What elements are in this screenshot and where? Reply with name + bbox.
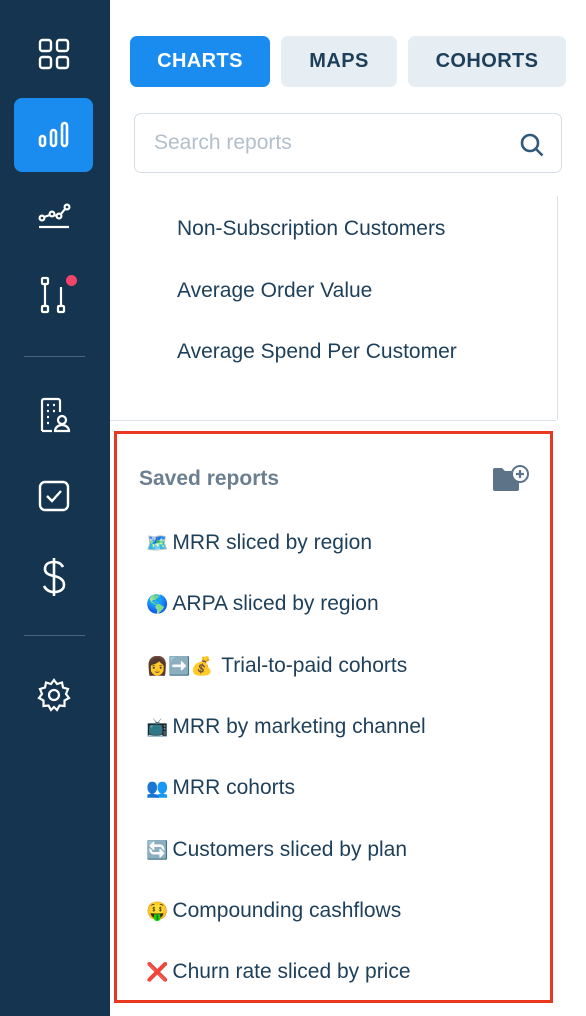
search-input[interactable] [154, 114, 514, 172]
users-icon: 👥 [146, 777, 169, 799]
saved-report-label: Compounding cashflows [172, 899, 402, 922]
saved-report-label: MRR sliced by region [172, 531, 372, 554]
tv-icon: 📺 [146, 716, 169, 738]
nav-trends[interactable] [14, 178, 93, 252]
globe-icon: 🌎 [146, 593, 169, 615]
gear-icon [36, 678, 71, 712]
saved-report-label: Trial-to-paid cohorts [221, 654, 408, 677]
saved-report-item[interactable]: 🌎 ARPA sliced by region [146, 592, 379, 616]
report-item[interactable]: Non-Subscription Customers [177, 217, 445, 241]
tab-charts[interactable]: CHARTS [130, 36, 270, 87]
nav-revenue[interactable] [14, 540, 93, 614]
checkbox-icon [38, 480, 69, 512]
nav-grid[interactable] [14, 17, 93, 91]
saved-report-item[interactable]: 👥 MRR cohorts [146, 776, 295, 800]
saved-report-item[interactable]: ❌ Churn rate sliced by price [146, 960, 411, 984]
sidebar [0, 0, 110, 1016]
cross-icon: ❌ [146, 961, 169, 983]
saved-report-item[interactable]: 👩➡️💰 Trial-to-paid cohorts [146, 654, 407, 678]
building-user-icon [40, 397, 70, 433]
nav-charts[interactable] [14, 98, 93, 172]
saved-report-item[interactable]: 🗺️ MRR sliced by region [146, 531, 372, 555]
money-face-icon: 🤑 [146, 900, 169, 922]
saved-report-item[interactable]: 📺 MRR by marketing channel [146, 715, 426, 739]
search-box [134, 113, 562, 173]
nav-settings[interactable] [14, 658, 93, 732]
tab-cohorts[interactable]: COHORTS [408, 36, 566, 87]
map-icon: 🗺️ [146, 532, 169, 554]
refresh-icon: 🔄 [146, 839, 169, 861]
saved-report-label: MRR cohorts [172, 776, 295, 799]
nav-customers[interactable] [14, 378, 93, 452]
report-item[interactable]: Average Order Value [177, 279, 372, 303]
report-item[interactable]: Average Spend Per Customer [177, 340, 457, 364]
saved-report-label: MRR by marketing channel [172, 715, 426, 738]
report-list: Non-Subscription Customers Average Order… [110, 196, 558, 420]
sidebar-divider [24, 356, 85, 357]
saved-report-item[interactable]: 🤑 Compounding cashflows [146, 899, 401, 923]
grid-icon [38, 38, 69, 70]
bar-chart-icon [38, 121, 68, 148]
person-arrow-money-icon: 👩➡️💰 [146, 655, 214, 677]
search-icon[interactable] [519, 132, 545, 158]
saved-report-label: Churn rate sliced by price [172, 960, 411, 983]
tab-maps[interactable]: MAPS [281, 36, 397, 87]
section-divider [110, 420, 556, 421]
folder-plus-icon[interactable] [491, 464, 529, 494]
notification-dot [66, 275, 77, 286]
saved-report-label: Customers sliced by plan [172, 838, 408, 861]
nav-tasks[interactable] [14, 459, 93, 533]
saved-report-label: ARPA sliced by region [172, 592, 379, 615]
saved-reports-title: Saved reports [139, 467, 280, 490]
trend-line-icon [37, 203, 71, 229]
dollar-icon [42, 558, 65, 596]
nav-pipeline[interactable] [14, 258, 93, 332]
sidebar-divider [24, 635, 85, 636]
saved-report-item[interactable]: 🔄 Customers sliced by plan [146, 838, 407, 862]
